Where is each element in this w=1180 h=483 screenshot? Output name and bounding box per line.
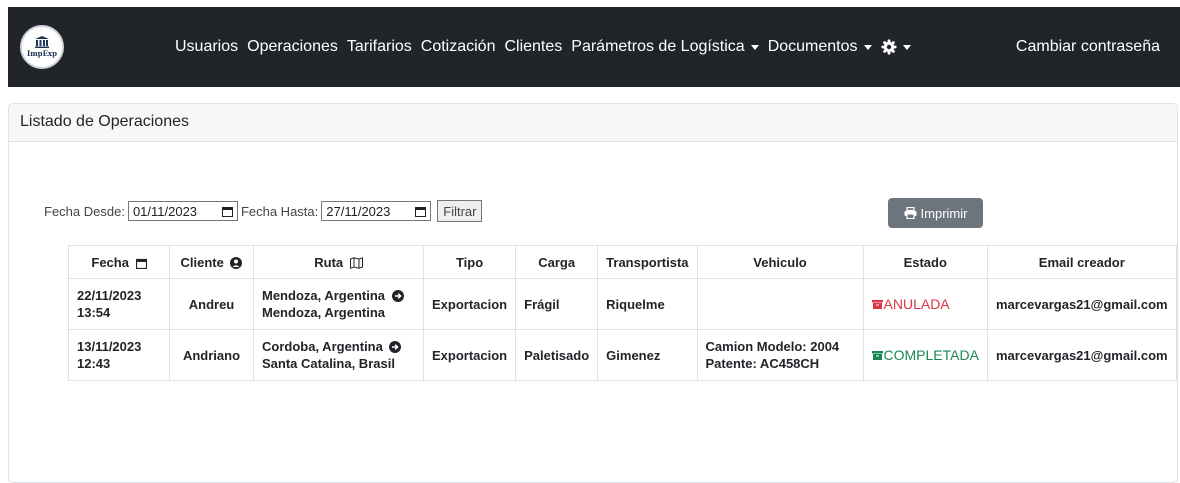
top-navbar: ImpExp Usuarios Operaciones Tarifarios C… (8, 7, 1180, 87)
col-email-creador[interactable]: Email creador (986, 245, 1177, 279)
cell-estado: COMPLETADA (862, 329, 988, 381)
cell-vehiculo: Camion Modelo: 2004 Patente: AC458CH (696, 329, 864, 381)
calendar-icon (415, 206, 427, 217)
fecha-hasta-input[interactable]: 27/11/2023 (321, 201, 432, 221)
col-tipo[interactable]: Tipo (422, 245, 517, 279)
fecha-time: 12:43 (77, 356, 111, 371)
nav-tarifarios[interactable]: Tarifarios (347, 38, 412, 56)
cell-estado: ANULADA (862, 278, 988, 330)
caret-down-icon (902, 44, 911, 50)
cell-transportista: Riquelme (597, 278, 698, 330)
table-header-row: Fecha Cliente Ruta Tipo Carga Transporti… (68, 245, 1177, 279)
cell-ruta: Cordoba, Argentina Santa Catalina, Brasi… (253, 329, 424, 381)
caret-down-icon (863, 44, 872, 50)
logo[interactable]: ImpExp (20, 25, 64, 69)
fecha-date: 22/11/2023 (77, 288, 142, 303)
nav-operaciones[interactable]: Operaciones (247, 38, 338, 56)
fecha-desde-value: 01/11/2023 (132, 203, 198, 219)
col-ruta[interactable]: Ruta (253, 245, 424, 279)
col-fecha[interactable]: Fecha (68, 245, 170, 279)
status-text: ANULADA (883, 295, 950, 312)
map-icon (349, 256, 363, 269)
nav-cotizacion[interactable]: Cotización (421, 38, 496, 56)
cell-carga: Frágil (515, 278, 599, 330)
col-ruta-label: Ruta (314, 254, 344, 270)
nav-usuarios[interactable]: Usuarios (175, 38, 238, 56)
table-row[interactable]: 13/11/2023 12:43 Andriano Cordoba, Argen… (68, 329, 1177, 381)
filter-button[interactable]: Filtrar (437, 200, 483, 222)
calendar-icon (135, 258, 147, 269)
nav-parametros-label: Parámetros de Logística (571, 38, 745, 55)
status-badge: ANULADA (871, 295, 979, 313)
nav-settings-dropdown[interactable] (881, 39, 911, 55)
cell-email: marcevargas21@gmail.com (986, 329, 1177, 381)
col-vehiculo[interactable]: Vehiculo (696, 245, 864, 279)
vehiculo-patente: Patente: AC458CH (705, 356, 820, 371)
col-cliente-label: Cliente (180, 254, 224, 270)
ruta-origen: Cordoba, Argentina (262, 339, 383, 354)
col-estado[interactable]: Estado (862, 245, 988, 279)
operations-table: Fecha Cliente Ruta Tipo Carga Transporti… (68, 245, 1177, 381)
gear-icon (881, 39, 897, 55)
arrow-circle-right-icon (391, 290, 404, 302)
cell-tipo: Exportacion (422, 329, 517, 381)
nav-documentos-label: Documentos (767, 38, 858, 55)
calendar-icon (221, 206, 233, 217)
ruta-origen: Mendoza, Argentina (262, 288, 386, 303)
cell-fecha: 13/11/2023 12:43 (68, 329, 170, 381)
user-circle-icon (230, 256, 243, 269)
status-text: COMPLETADA (883, 346, 979, 363)
card-title: Listado de Operaciones (9, 104, 1177, 142)
cell-tipo: Exportacion (422, 278, 517, 330)
nav-links: Usuarios Operaciones Tarifarios Cotizaci… (175, 7, 920, 87)
fecha-desde-label: Fecha Desde: (44, 203, 125, 219)
cell-carga: Paletisado (515, 329, 599, 381)
print-button[interactable]: Imprimir (888, 198, 983, 228)
fecha-date: 13/11/2023 (77, 339, 142, 354)
archive-box-icon (871, 299, 883, 309)
col-transportista[interactable]: Transportista (597, 245, 698, 279)
cell-vehiculo (696, 278, 864, 330)
cell-cliente: Andriano (169, 329, 254, 381)
archive-box-icon (871, 350, 883, 360)
logo-text: ImpExp (27, 49, 57, 58)
cell-ruta: Mendoza, Argentina Mendoza, Argentina (253, 278, 424, 330)
fecha-hasta-label: Fecha Hasta: (240, 203, 319, 219)
fecha-desde-input[interactable]: 01/11/2023 (127, 201, 238, 221)
cell-email: marcevargas21@gmail.com (986, 278, 1177, 330)
cell-cliente: Andreu (169, 278, 254, 330)
col-cliente[interactable]: Cliente (169, 245, 254, 279)
operations-card: Listado de Operaciones Fecha Desde: 01/1… (8, 103, 1178, 483)
cell-transportista: Gimenez (597, 329, 698, 381)
cell-fecha: 22/11/2023 13:54 (68, 278, 170, 330)
nav-clientes[interactable]: Clientes (504, 38, 562, 56)
fecha-hasta-value: 27/11/2023 (326, 203, 391, 219)
nav-documentos-dropdown[interactable]: Documentos (768, 38, 872, 56)
ruta-destino: Mendoza, Argentina (262, 305, 386, 320)
printer-icon (904, 207, 917, 219)
table-row[interactable]: 22/11/2023 13:54 Andreu Mendoza, Argenti… (68, 278, 1177, 330)
nav-parametros-dropdown[interactable]: Parámetros de Logística (571, 38, 759, 56)
change-password-link[interactable]: Cambiar contraseña (1016, 7, 1160, 87)
status-badge: COMPLETADA (871, 346, 979, 364)
col-fecha-label: Fecha (91, 254, 129, 270)
fecha-time: 13:54 (77, 305, 111, 320)
arrow-circle-right-icon (389, 341, 402, 353)
print-button-label: Imprimir (920, 205, 968, 221)
col-carga[interactable]: Carga (515, 245, 599, 279)
caret-down-icon (750, 44, 759, 50)
vehiculo-modelo: Camion Modelo: 2004 (705, 339, 840, 354)
ruta-destino: Santa Catalina, Brasil (262, 356, 395, 371)
building-icon (35, 36, 49, 48)
date-filter: Fecha Desde: 01/11/2023 Fecha Hasta: 27/… (44, 200, 483, 222)
